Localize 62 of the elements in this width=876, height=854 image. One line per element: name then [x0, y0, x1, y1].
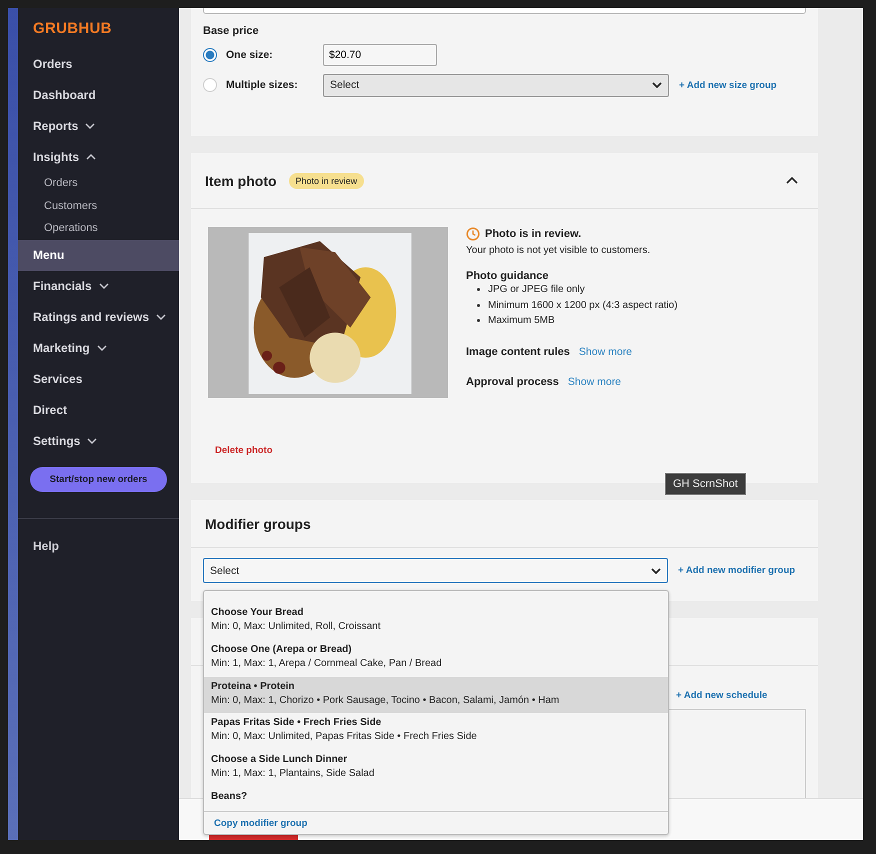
status-title: Photo is in review.: [485, 228, 582, 240]
dropdown-option[interactable]: Choose One (Arepa or Bread) Min: 1, Max: 1, Arepa / Cornmeal Cake, Pan / Bread: [204, 640, 668, 677]
nav-item[interactable]: Menu: [18, 240, 179, 270]
nav-item[interactable]: Financials: [18, 270, 179, 302]
nav-item[interactable]: Marketing: [18, 332, 179, 364]
chevron-down-icon: [651, 568, 661, 574]
nav-subitem[interactable]: Operations: [18, 217, 179, 240]
size-select[interactable]: Select: [323, 74, 669, 96]
bullet-icon: [477, 288, 480, 292]
bullet-icon: [477, 304, 480, 307]
show-more-link[interactable]: Show more: [568, 376, 622, 388]
nav-subitem[interactable]: Orders: [18, 172, 179, 194]
nav-item[interactable]: Direct: [18, 394, 179, 426]
nav-item[interactable]: Settings: [18, 426, 179, 456]
chevron-down-icon: [98, 283, 109, 289]
nav-subitem[interactable]: Customers: [18, 194, 179, 217]
add-size-group-link[interactable]: + Add new size group: [679, 80, 777, 90]
radio-button[interactable]: [203, 48, 217, 62]
option-label: One size:: [226, 49, 274, 61]
option-label: Multiple sizes:: [226, 79, 299, 91]
dropdown-option[interactable]: Choose Your Bread Min: 0, Max: Unlimited, Roll, Croissant: [204, 603, 668, 640]
bullet-icon: [477, 319, 480, 322]
add-modifier-group-link[interactable]: + Add new modifier group: [678, 565, 796, 576]
nav-item[interactable]: Help: [18, 530, 179, 562]
section-label: Base price: [203, 25, 260, 37]
dropdown-option[interactable]: Proteina • Protein Min: 0, Max: 1, Chorizo • Pork Sausage, Tocino • Bacon, Salami, Jamón • Ham: [204, 676, 668, 714]
guidance-item: Maximum 5MB: [488, 315, 555, 326]
chevron-up-icon[interactable]: [786, 177, 798, 184]
guidance-title: Photo guidance: [466, 270, 550, 282]
guidance-item: Minimum 1600 x 1200 px (4:3 aspect ratio): [488, 300, 678, 311]
rule-label: Approval process: [466, 376, 559, 388]
chevron-down-icon: [85, 122, 96, 128]
nav-item[interactable]: Reports: [18, 110, 179, 141]
guidance-item: JPG or JPEG file only: [488, 284, 585, 296]
chevron-down-icon: [652, 82, 662, 88]
dropdown-option[interactable]: Papas Fritas Side • Frech Fries Side Min: 0, Max: Unlimited, Papas Fritas Side • Frech Fries Side: [204, 713, 668, 750]
status-badge: Photo in review: [288, 172, 364, 188]
copy-modifier-group-link[interactable]: Copy modifier group: [214, 818, 308, 828]
start-stop-orders-button[interactable]: Start/stop new orders: [30, 466, 167, 492]
nav-item[interactable]: Dashboard: [18, 79, 179, 110]
section-title: Modifier groups: [205, 516, 311, 532]
chevron-down-icon: [156, 314, 166, 320]
logo: GRUBHUB: [32, 20, 113, 37]
chevron-down-icon: [87, 438, 98, 444]
tooltip: GH ScrnShot: [665, 473, 746, 495]
chevron-down-icon: [96, 345, 107, 351]
section-title: Item photo: [205, 172, 277, 188]
dropdown-option[interactable]: Beans?: [204, 786, 668, 811]
add-schedule-link[interactable]: + Add new schedule: [676, 690, 768, 701]
price-field[interactable]: $20.70: [323, 44, 437, 66]
modifier-select[interactable]: Select: [203, 558, 668, 583]
status-text: Your photo is not yet visible to customers.: [466, 245, 652, 256]
nav-item[interactable]: Orders: [18, 48, 179, 79]
chevron-up-icon: [86, 154, 96, 160]
nav-item[interactable]: Ratings and reviews: [18, 302, 179, 332]
nav-item[interactable]: Services: [18, 364, 179, 394]
rule-label: Image content rules: [466, 346, 570, 358]
show-more-link[interactable]: Show more: [578, 346, 632, 358]
clock-icon: [466, 227, 480, 241]
nav-item[interactable]: Insights: [18, 141, 179, 172]
delete-photo-link[interactable]: Delete photo: [215, 445, 448, 456]
dropdown-option[interactable]: Choose a Side Lunch Dinner Min: 1, Max: 1, Plantains, Side Salad: [204, 750, 668, 787]
